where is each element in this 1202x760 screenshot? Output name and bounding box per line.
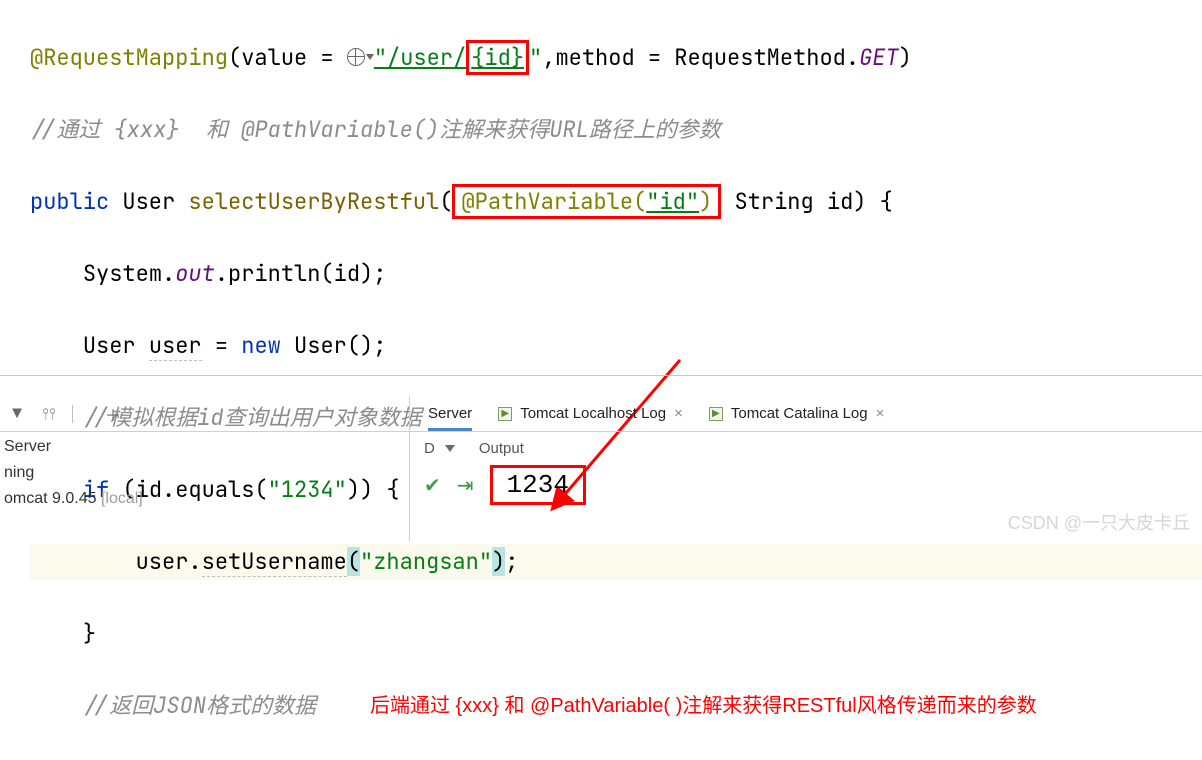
- divider: [72, 405, 90, 423]
- close-icon[interactable]: ×: [674, 405, 683, 422]
- annotation-requestmapping: @RequestMapping: [30, 43, 228, 72]
- code-editor[interactable]: @RequestMapping(value = "/user/{id}",met…: [0, 0, 1202, 760]
- url-literal-prefix: "/user/: [374, 43, 466, 72]
- user-decl-pre: User: [83, 331, 149, 360]
- brace: }: [83, 619, 96, 648]
- arg-zhangsan: "zhangsan": [360, 547, 492, 576]
- pin-icon[interactable]: ⫯⫯: [40, 405, 58, 423]
- row-server[interactable]: Server: [0, 434, 409, 460]
- field-out: out: [175, 259, 215, 288]
- annotation-pathvariable: @PathVariable(: [461, 187, 646, 216]
- column-d: D: [424, 440, 435, 457]
- semi: ;: [505, 547, 518, 576]
- tab-server[interactable]: Server: [428, 405, 472, 431]
- open-paren: (: [347, 547, 360, 576]
- tomcat-name: omcat 9.0.45: [4, 490, 97, 507]
- paren: (: [439, 187, 452, 216]
- tab-catalina-log[interactable]: ▶ Tomcat Catalina Log ×: [709, 405, 885, 422]
- run-config-panel: ▼ ⫯⫯ ＋ Server ning omcat 9.0.45 [local]: [0, 396, 410, 541]
- console-output-value: 1234: [490, 465, 586, 505]
- paren: ): [899, 43, 912, 72]
- url-literal-suffix: ": [529, 43, 542, 72]
- kw-new: new: [241, 331, 281, 360]
- toolbar: ▼ ⫯⫯ ＋: [0, 396, 409, 432]
- tab-localhost-log[interactable]: ▶ Tomcat Localhost Log ×: [498, 405, 683, 422]
- enum-get: GET: [859, 43, 899, 72]
- paren: ): [699, 187, 712, 216]
- method-setusername: setUsername: [202, 547, 347, 577]
- url-id-placeholder: {id}: [471, 43, 524, 72]
- console-header: D Output: [410, 432, 1202, 461]
- row-tomcat[interactable]: omcat 9.0.45 [local]: [0, 486, 409, 512]
- log-icon: ▶: [709, 407, 723, 421]
- watermark: CSDN @一只大皮卡丘: [1008, 509, 1190, 535]
- var-user: user: [149, 331, 202, 361]
- param-sig: String id) {: [721, 187, 893, 216]
- tomcat-local: [local]: [101, 490, 143, 507]
- text: (value =: [228, 43, 347, 72]
- eq: =: [202, 331, 242, 360]
- ctor: User();: [281, 331, 387, 360]
- user-dot: user.: [136, 547, 202, 576]
- close-paren: ): [492, 547, 505, 576]
- log-icon: ▶: [498, 407, 512, 421]
- comment: //返回JSON格式的数据: [83, 691, 316, 720]
- globe-icon: [347, 48, 365, 66]
- output-row: ✔ ⇥ 1234: [410, 461, 1202, 509]
- comment: //通过 {xxx} 和 @PathVariable()注解来获得URL路径上的…: [30, 115, 721, 144]
- tab-localhost-label: Tomcat Localhost Log: [520, 405, 666, 422]
- tab-catalina-label: Tomcat Catalina Log: [731, 405, 868, 422]
- console-tabs: Server ▶ Tomcat Localhost Log × ▶ Tomcat…: [410, 396, 1202, 432]
- red-annotation-text: 后端通过 {xxx} 和 @PathVariable( )注解来获得RESTfu…: [370, 688, 1037, 724]
- filter-icon[interactable]: ▼: [8, 405, 26, 423]
- deploy-arrow-icon[interactable]: ⇥: [457, 472, 474, 498]
- println: .println(id);: [215, 259, 387, 288]
- chevron-down-icon[interactable]: [445, 445, 455, 452]
- chevron-down-icon[interactable]: [366, 54, 374, 60]
- method-name: selectUserByRestful: [188, 187, 439, 216]
- check-icon: ✔: [424, 472, 441, 498]
- close-icon[interactable]: ×: [876, 405, 885, 422]
- text: ,method = RequestMethod.: [542, 43, 859, 72]
- row-running[interactable]: ning: [0, 460, 409, 486]
- return-type: User: [122, 187, 175, 216]
- system: System.: [83, 259, 175, 288]
- panel-divider: [0, 375, 1202, 376]
- kw-public: public: [30, 187, 109, 216]
- add-icon[interactable]: ＋: [104, 405, 122, 423]
- output-label: Output: [479, 440, 524, 457]
- pathvariable-arg: "id": [646, 187, 699, 216]
- tab-server-label: Server: [428, 405, 472, 422]
